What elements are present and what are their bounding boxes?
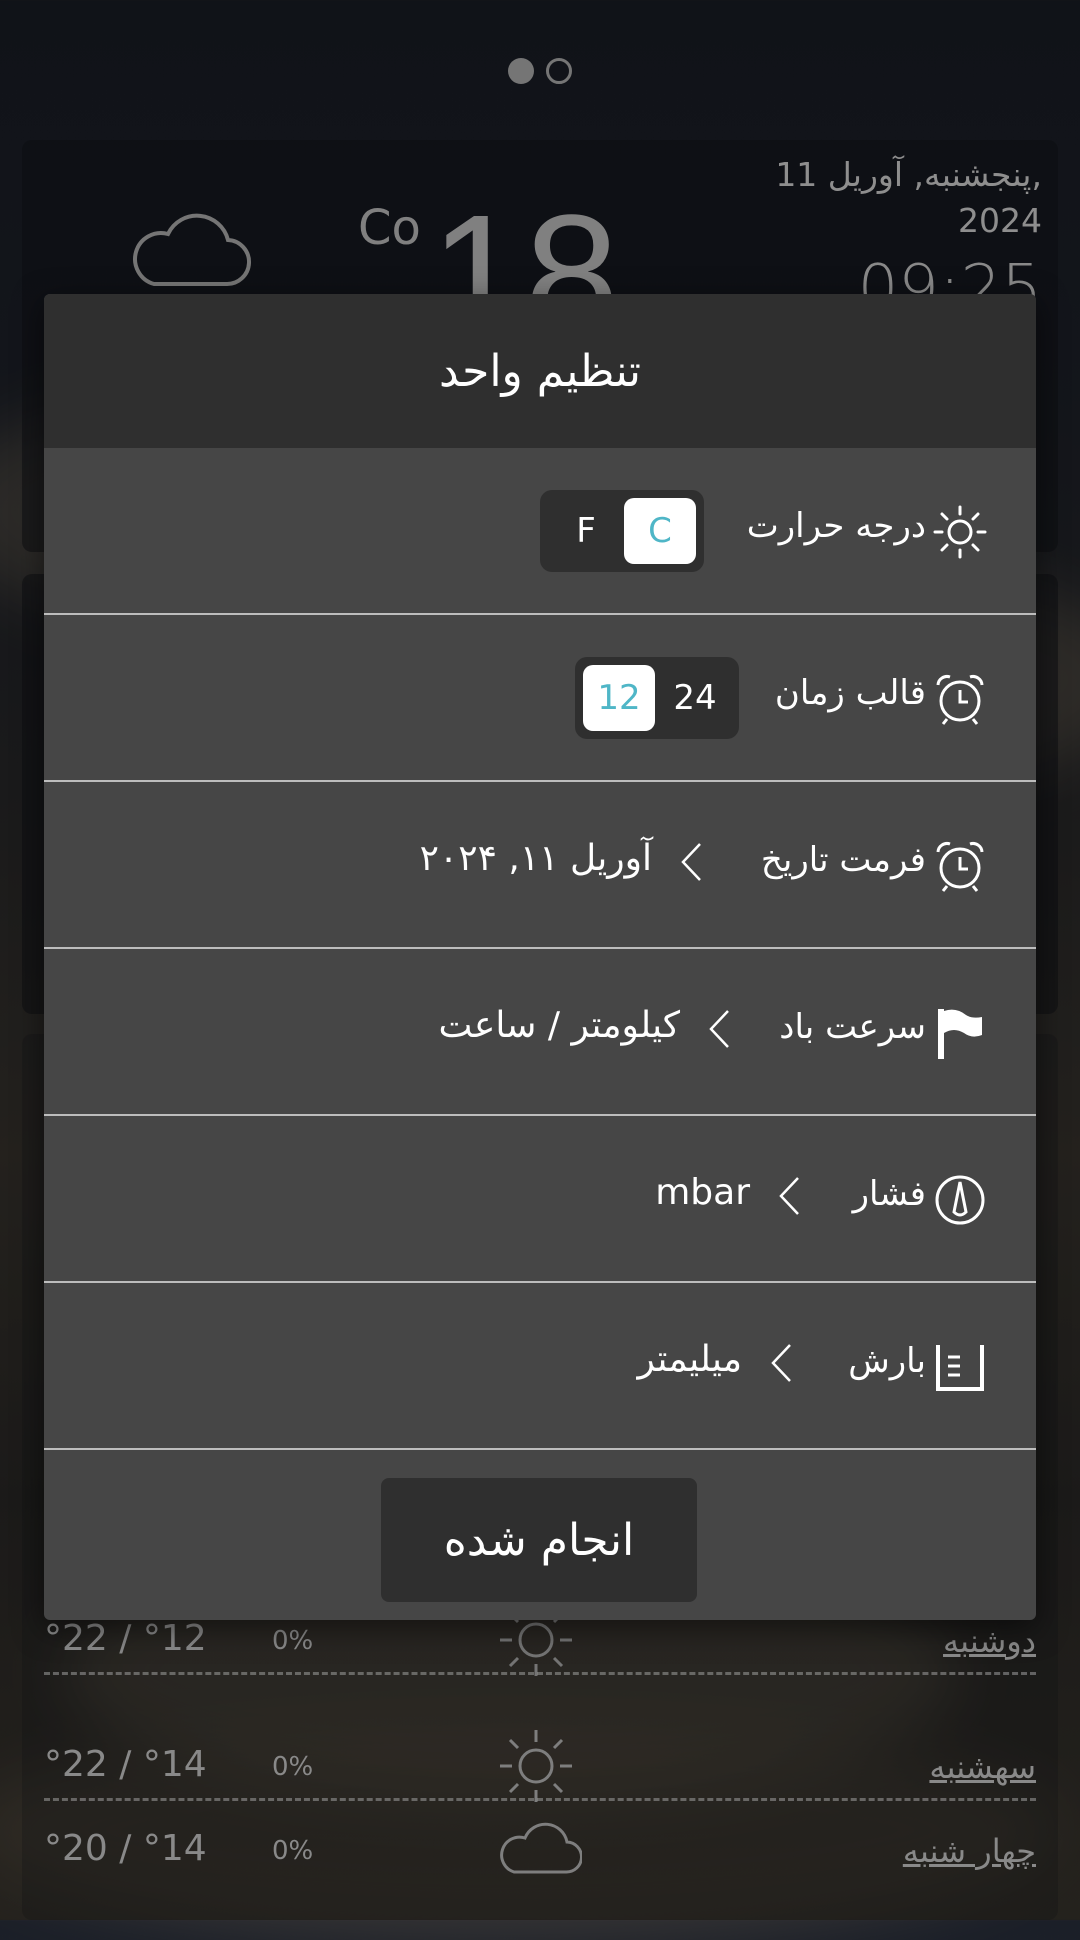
chevron-left-icon xyxy=(778,1176,800,1216)
dialog-header: تنظیم واحد xyxy=(44,294,1036,448)
precipitation-row[interactable]: بارش میلیمتر xyxy=(44,1283,1036,1450)
dialog-title: تنظیم واحد xyxy=(439,345,641,397)
date-format-row[interactable]: فرمت تاریخ آوریل ۱۱, ۲۰۲۴ xyxy=(44,782,1036,949)
unit-option-f[interactable]: F xyxy=(550,498,622,564)
sun-icon xyxy=(932,504,988,560)
alarm-clock-icon xyxy=(932,671,988,727)
precipitation-value: میلیمتر xyxy=(637,1339,742,1380)
dialog-footer: انجام شده xyxy=(44,1450,1036,1608)
pressure-label: فشار xyxy=(852,1174,926,1214)
precipitation-label: بارش xyxy=(848,1341,926,1381)
date-format-value: آوریل ۱۱, ۲۰۲۴ xyxy=(419,838,652,879)
wind-speed-row[interactable]: سرعت باد کیلومتر / ساعت xyxy=(44,949,1036,1116)
rain-gauge-icon xyxy=(932,1339,988,1395)
wind-speed-value: کیلومتر / ساعت xyxy=(438,1005,680,1046)
pressure-value: mbar xyxy=(655,1172,750,1213)
temperature-label: درجه حرارت xyxy=(746,506,926,546)
time-option-24[interactable]: 24 xyxy=(659,665,731,731)
chevron-left-icon xyxy=(770,1343,792,1383)
time-format-row: قالب زمان 12 24 xyxy=(44,615,1036,782)
chevron-left-icon xyxy=(708,1009,730,1049)
done-button[interactable]: انجام شده xyxy=(381,1478,697,1602)
unit-settings-dialog: تنظیم واحد درجه حرارت F C قالب زمان 12 2… xyxy=(44,294,1036,1620)
pressure-row[interactable]: فشار mbar xyxy=(44,1116,1036,1283)
time-format-toggle[interactable]: 12 24 xyxy=(575,657,739,739)
alarm-clock-icon xyxy=(932,838,988,894)
date-format-label: فرمت تاریخ xyxy=(760,840,926,880)
temperature-unit-row: درجه حرارت F C xyxy=(44,448,1036,615)
gauge-icon xyxy=(932,1172,988,1228)
chevron-left-icon xyxy=(680,842,702,882)
unit-option-c[interactable]: C xyxy=(624,498,696,564)
temperature-unit-toggle[interactable]: F C xyxy=(540,490,704,572)
wind-speed-label: سرعت باد xyxy=(779,1007,926,1047)
flag-icon xyxy=(932,1005,988,1061)
time-format-label: قالب زمان xyxy=(774,673,926,713)
time-option-12[interactable]: 12 xyxy=(583,665,655,731)
